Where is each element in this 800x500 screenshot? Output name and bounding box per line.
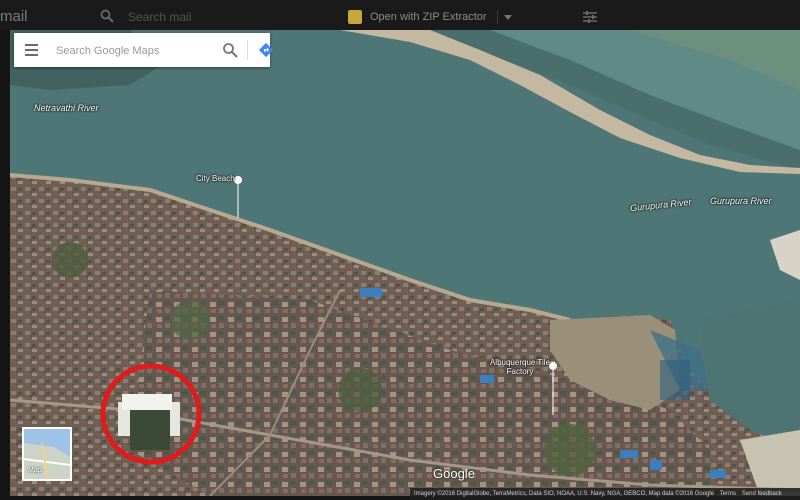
imagery-credit: Imagery ©2016 DigitalGlobe, TerraMetrics…: [414, 491, 715, 497]
zip-extractor-icon: [348, 10, 362, 24]
map-layer-thumbnail[interactable]: Map: [22, 427, 72, 481]
place-label-netravathi[interactable]: Netravathi River: [34, 103, 99, 113]
directions-icon[interactable]: [258, 42, 274, 58]
zip-extractor-button[interactable]: Open with ZIP Extractor: [348, 8, 512, 26]
maps-search-input[interactable]: [54, 41, 208, 61]
terms-link[interactable]: Terms: [720, 491, 736, 497]
satellite-map[interactable]: [10, 30, 800, 496]
chevron-down-icon[interactable]: [503, 14, 512, 20]
maps-search-box[interactable]: [14, 33, 274, 67]
send-feedback-link[interactable]: Send feedback: [742, 491, 782, 497]
tune-icon[interactable]: [583, 11, 597, 23]
satellite-imagery: [10, 30, 800, 496]
search-icon[interactable]: [222, 42, 238, 58]
divider: [247, 40, 248, 60]
place-label-city-beach[interactable]: City Beach: [196, 174, 235, 183]
map-attribution: Imagery ©2016 DigitalGlobe, TerraMetrics…: [410, 488, 800, 500]
gmail-brand: mail: [0, 8, 28, 25]
place-label-gurupura-2[interactable]: Gurupura River: [710, 196, 772, 206]
divider: [496, 10, 498, 24]
search-icon: [100, 9, 114, 23]
browser-chrome: mail Search mail Open with ZIP Extractor: [0, 0, 800, 30]
mail-search-placeholder: Search mail: [128, 10, 192, 24]
zip-extractor-label: Open with ZIP Extractor: [370, 11, 487, 23]
menu-icon[interactable]: [25, 44, 38, 56]
google-logo: Google: [433, 466, 475, 481]
place-label-factory[interactable]: Albuquerque Tile Factory: [488, 358, 552, 376]
map-thumbnail-label: Map: [28, 467, 42, 474]
mail-search[interactable]: Search mail: [100, 9, 280, 25]
